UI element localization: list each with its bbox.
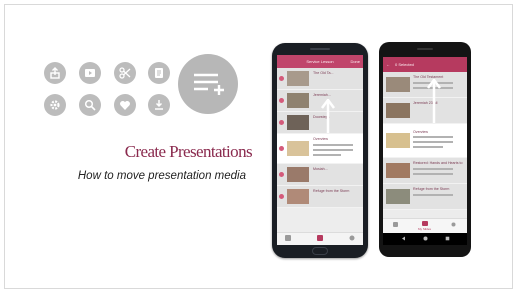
download-icon[interactable] [148, 94, 170, 116]
list-item[interactable]: Mosiah... [277, 164, 363, 186]
iphone-screen: Service Lesson Done The Old Ta... Jeremi… [277, 55, 363, 245]
tab-slides-icon[interactable] [422, 221, 428, 226]
android-appbar: ← 0 Selected [383, 57, 467, 72]
nav-recents-icon[interactable] [445, 236, 450, 241]
slide-subtitle: How to move presentation media [77, 170, 246, 182]
android-header-title: 0 Selected [395, 62, 414, 67]
upload-icon[interactable] [44, 62, 66, 84]
nav-home-icon[interactable] [423, 236, 428, 241]
android-navbar [383, 233, 467, 245]
android-tabbar: My Slides [383, 218, 467, 233]
iphone-appbar: Service Lesson Done [277, 55, 363, 68]
move-up-arrow [321, 99, 335, 133]
tab-search-icon[interactable] [349, 235, 355, 241]
android-speaker [417, 48, 433, 50]
nav-back-icon[interactable] [401, 236, 406, 241]
iphone-speaker [310, 48, 330, 50]
list-item[interactable]: Jeremiah 23 all [383, 98, 467, 124]
list-item[interactable]: Refuge from the Storm [277, 186, 363, 208]
document-icon[interactable] [148, 62, 170, 84]
list-item[interactable]: Jeremiah... [277, 90, 363, 112]
back-arrow-icon[interactable]: ← [386, 62, 390, 67]
video-icon[interactable] [79, 62, 101, 84]
android-mockup: ← 0 Selected The Old Testament Jeremiah … [379, 42, 471, 257]
iphone-home-button[interactable] [312, 247, 328, 255]
list-item-highlighted[interactable]: Overview [383, 124, 467, 158]
list-item[interactable]: Doorsteps [277, 112, 363, 134]
gear-icon[interactable] [44, 94, 66, 116]
heart-icon[interactable] [114, 94, 136, 116]
search-icon[interactable] [79, 94, 101, 116]
move-up-arrow [427, 79, 441, 123]
tab-slides-icon[interactable] [317, 235, 323, 241]
iphone-mockup: Service Lesson Done The Old Ta... Jeremi… [272, 43, 368, 258]
android-screen: ← 0 Selected The Old Testament Jeremiah … [383, 57, 467, 245]
list-item[interactable]: Restored: Hands and Hearts to Lead the W… [383, 158, 467, 184]
scissors-icon[interactable] [114, 62, 136, 84]
list-item[interactable]: Refuge from the Storm [383, 184, 467, 210]
tab-search-icon[interactable] [451, 222, 456, 227]
list-item[interactable]: The Old Ta... [277, 68, 363, 90]
iphone-tabbar [277, 232, 363, 245]
tab-home-icon[interactable] [285, 235, 291, 241]
tab-slides-label: My Slides [418, 227, 432, 231]
slide-title: Create Presentations [124, 142, 253, 161]
playlist-add-icon [178, 54, 238, 114]
list-item[interactable]: The Old Testament [383, 72, 467, 98]
iphone-done-button[interactable]: Done [350, 59, 360, 64]
tab-home-icon[interactable] [393, 222, 398, 227]
list-item-highlighted[interactable]: Overview [277, 134, 363, 164]
